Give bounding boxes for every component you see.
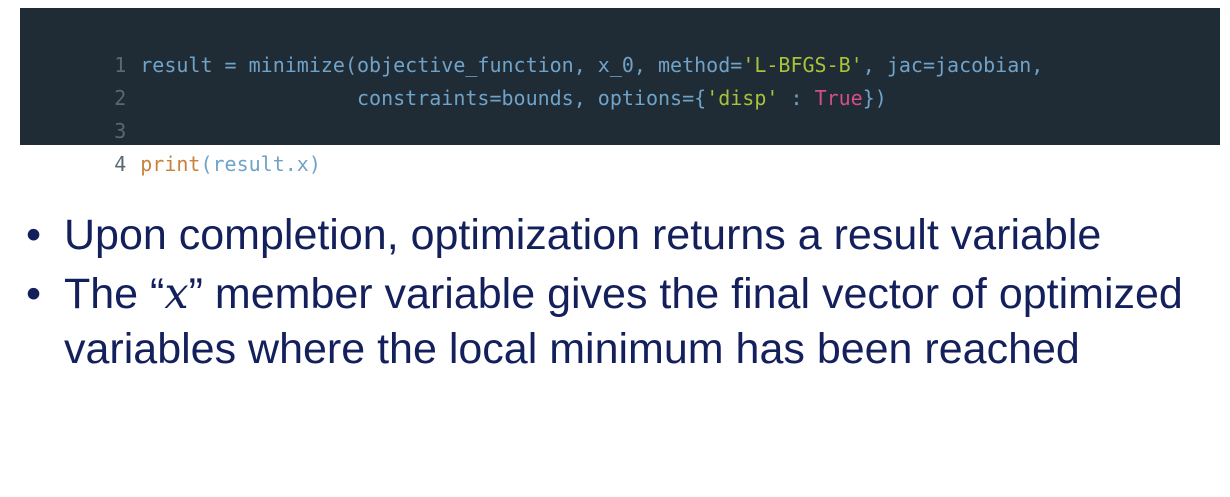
code-builtin: print <box>140 152 201 176</box>
code-block: 1 result = minimize(objective_function, x… <box>20 8 1220 176</box>
code-line-4: 4 print(result.x) <box>20 115 1220 176</box>
quote-open: The “ <box>64 270 165 318</box>
bullet-marker: • <box>26 211 42 259</box>
bullet-text: The “x” member variable gives the final … <box>64 267 1216 377</box>
code-line-1: 1 result = minimize(objective_function, x… <box>20 16 1220 77</box>
bullet-text-rest: ” member variable gives the final vector… <box>64 270 1183 373</box>
code-line-3: 3 <box>20 82 1220 143</box>
code-segment: (result.x) <box>200 152 321 176</box>
math-variable-x: x <box>164 269 189 319</box>
bullet-marker: • <box>26 270 42 318</box>
bullet-item-1: • Upon completion, optimization returns … <box>26 208 1216 263</box>
bullet-text: Upon completion, optimization returns a … <box>64 211 1102 259</box>
slide-page: 1 result = minimize(objective_function, x… <box>0 0 1230 497</box>
code-line-2: 2 constraints=bounds, options={'disp' : … <box>20 49 1220 110</box>
line-number: 4 <box>114 152 127 176</box>
bullet-list: • Upon completion, optimization returns … <box>26 208 1216 381</box>
bullet-item-2: • The “x” member variable gives the fina… <box>26 267 1216 377</box>
